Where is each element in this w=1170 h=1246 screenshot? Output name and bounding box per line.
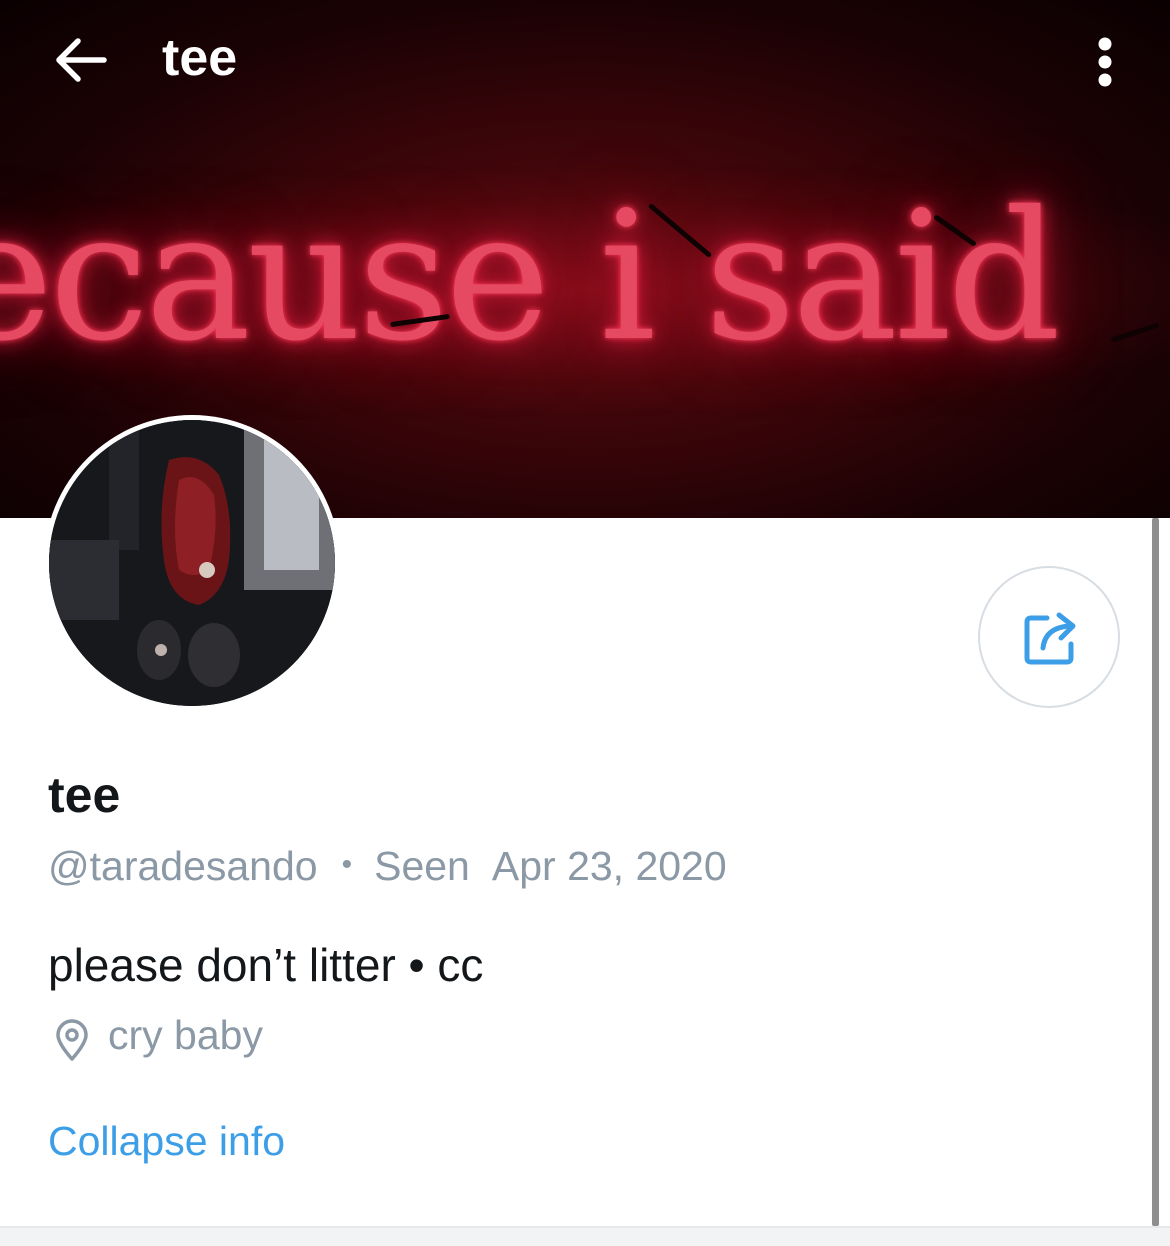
top-app-bar: tee	[0, 0, 1170, 120]
banner-neon-text: ecause i said	[0, 173, 1061, 380]
profile-meta-line: @taradesando • Seen Apr 23, 2020	[48, 843, 727, 890]
avatar-image	[49, 420, 335, 706]
location-text: cry baby	[108, 1012, 263, 1058]
seen-date: Apr 23, 2020	[491, 843, 727, 889]
share-profile-button[interactable]	[978, 566, 1120, 708]
profile-bio: please don’t litter • cc	[48, 939, 484, 991]
seen-label: Seen	[374, 843, 470, 889]
avatar[interactable]	[44, 415, 340, 711]
back-arrow-icon	[56, 38, 107, 82]
collapse-info-link[interactable]: Collapse info	[48, 1118, 285, 1165]
scrollbar[interactable]	[1152, 518, 1159, 1226]
more-options-button[interactable]	[1080, 32, 1130, 92]
more-vertical-icon	[1098, 37, 1112, 87]
location-pin-icon	[56, 1019, 88, 1061]
header-title: tee	[162, 29, 238, 87]
share-icon	[1024, 612, 1076, 665]
profile-display-name: tee	[48, 767, 121, 823]
section-divider	[0, 1226, 1170, 1246]
profile-handle: @taradesando	[48, 843, 318, 889]
back-button[interactable]	[50, 30, 110, 90]
meta-separator: •	[341, 848, 353, 882]
avatar-photo	[49, 420, 335, 706]
